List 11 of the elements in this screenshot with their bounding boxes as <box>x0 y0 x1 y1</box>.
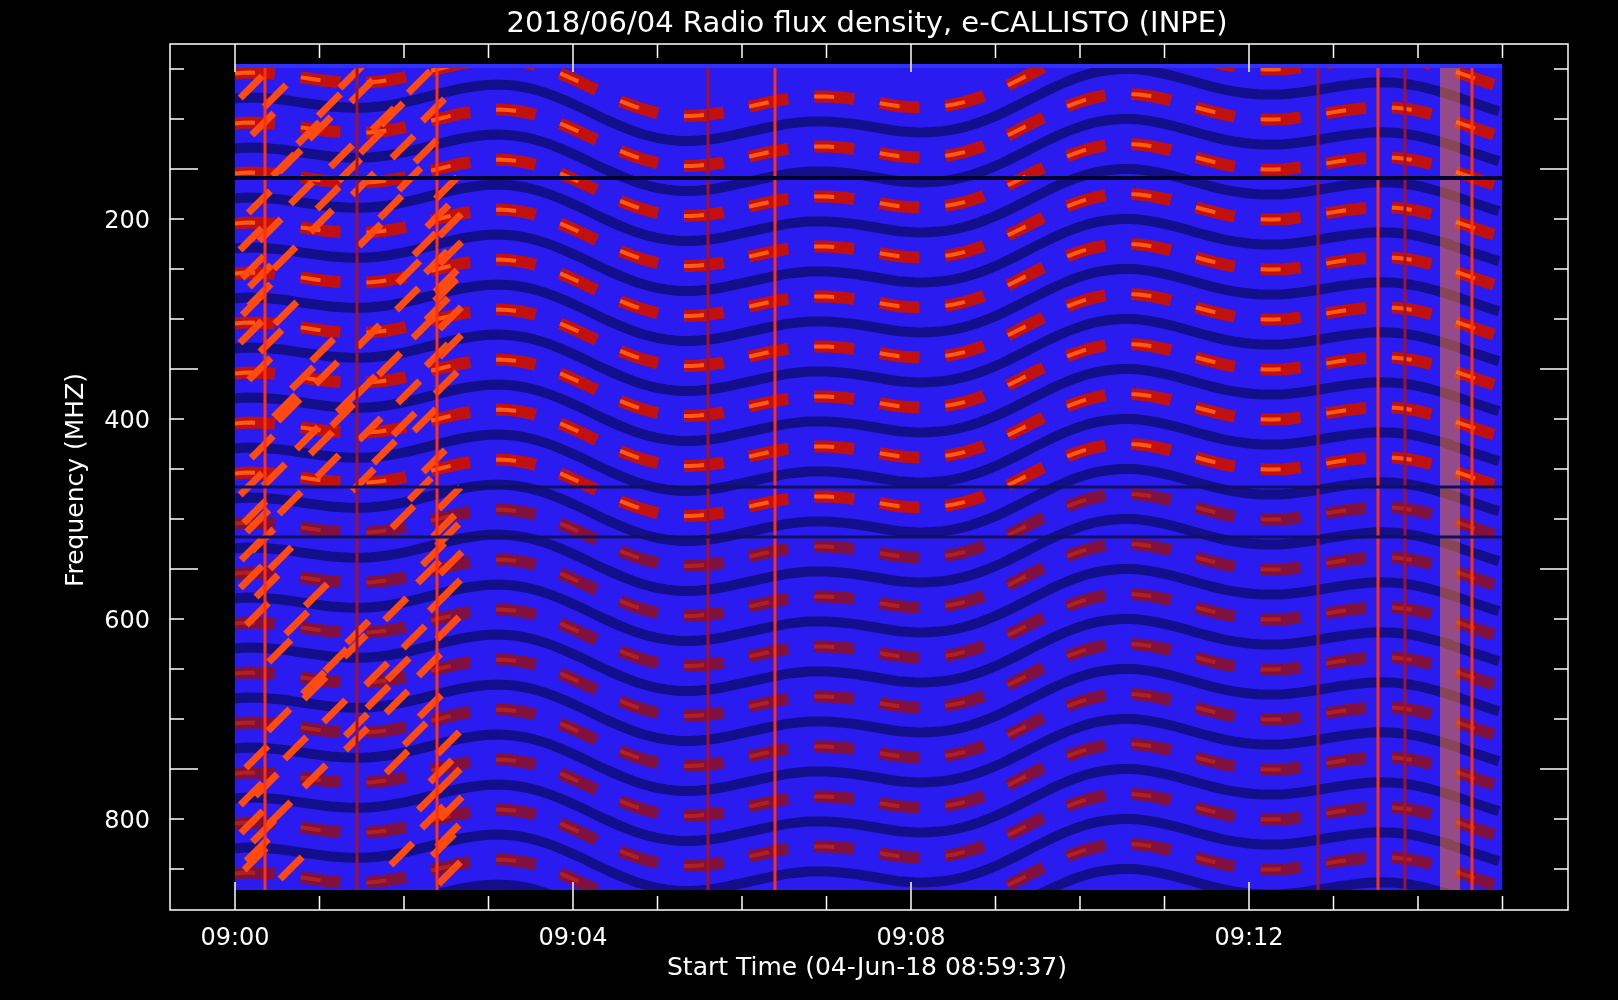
tick-label: 09:08 <box>876 923 946 951</box>
tick-label: 09:04 <box>538 923 608 951</box>
tick-label: 09:00 <box>200 923 270 951</box>
tick-label: 600 <box>104 606 150 634</box>
plot-title: 2018/06/04 Radio flux density, e-CALLISTO (INPE) <box>506 5 1228 39</box>
tick-label: 400 <box>104 406 150 434</box>
tick-label: 09:12 <box>1214 923 1284 951</box>
y-axis-label: Frequency (MHZ) <box>60 372 89 588</box>
x-axis-label: Start Time (04-Jun-18 08:59:37) <box>667 952 1067 981</box>
tick-label: 200 <box>104 206 150 234</box>
tick-label: 800 <box>104 806 150 834</box>
